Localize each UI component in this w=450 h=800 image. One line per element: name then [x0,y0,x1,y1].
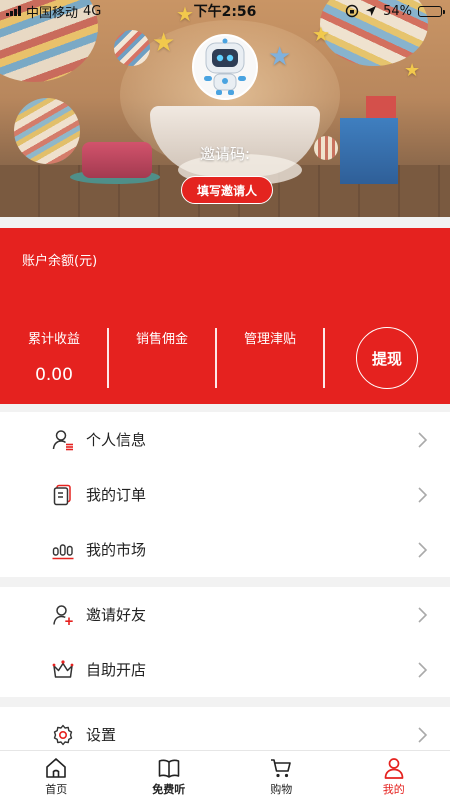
stat-value: 0.00 [35,365,73,385]
user-icon [384,758,404,779]
menu-item-label: 个人信息 [86,431,147,449]
invite-code-label: 邀请码: [199,145,251,163]
menu-item-label: 我的订单 [86,486,147,504]
chevron-right-icon [418,607,428,623]
chevron-right-icon [418,662,428,678]
stat-total-earnings[interactable]: 累计收益 0.00 [0,328,108,385]
robot-avatar-icon [204,38,246,95]
stat-sales-commission[interactable]: 销售佣金 [108,328,216,365]
avatar[interactable] [192,34,258,100]
tab-mine[interactable]: 我的 [338,751,450,800]
status-bar: 中国移动 4G 下午2:56 54% [0,0,450,22]
tab-free-listen[interactable]: 免费听 [113,751,226,800]
user-profile-icon [52,430,73,451]
stat-management-allowance[interactable]: 管理津贴 [216,328,324,365]
star-icon: ★ [404,60,421,81]
balance-label: 账户余额(元) [22,254,98,269]
rotation-lock-icon [345,4,359,18]
account-panel: 账户余额(元) 累计收益 0.00 销售佣金 管理津贴 提现 [0,228,450,404]
tab-label: 免费听 [152,783,186,796]
menu-item-my-market[interactable]: 我的市场 [0,522,450,577]
stat-label: 累计收益 [27,332,80,347]
decor-ball [114,30,150,66]
stat-divider [323,328,325,388]
menu-group-account: 个人信息 我的订单 我的市场 [0,412,450,577]
menu-item-label: 设置 [86,726,117,744]
market-icon [52,544,74,560]
book-icon [158,759,180,778]
tab-label: 我的 [382,783,405,796]
add-friend-icon [53,605,73,625]
location-arrow-icon [366,6,377,16]
settings-gear-icon [53,724,73,746]
stat-label: 管理津贴 [243,332,296,347]
stat-label: 销售佣金 [135,332,188,347]
chevron-right-icon [418,432,428,448]
tab-label: 首页 [45,783,68,796]
chevron-right-icon [418,542,428,558]
chevron-right-icon [418,487,428,503]
chevron-right-icon [418,727,428,743]
star-icon: ★ [268,42,292,72]
home-icon [46,758,67,778]
menu-item-label: 我的市场 [86,541,147,559]
battery-icon [418,5,445,17]
battery-percent: 54% [383,3,412,19]
menu-item-label: 自助开店 [86,661,147,679]
order-icon [53,484,71,506]
menu-item-invite-friends[interactable]: 邀请好友 [0,587,450,642]
menu-item-label: 邀请好友 [86,606,147,624]
profile-page: ★ ★ ★ ★ ★ 中国移动 4G 下午2:56 54% 邀请码: 填写邀请人 … [0,0,450,800]
menu-item-personal-info[interactable]: 个人信息 [0,412,450,467]
fill-inviter-button[interactable]: 填写邀请人 [181,176,273,204]
menu-item-self-service-shop[interactable]: 自助开店 [0,642,450,697]
star-icon: ★ [152,28,176,58]
tab-shopping[interactable]: 购物 [225,751,338,800]
star-icon: ★ [312,22,330,46]
cart-icon [271,759,292,778]
menu-group-growth: 邀请好友 自助开店 [0,587,450,697]
withdraw-button[interactable]: 提现 [356,327,418,389]
crown-shop-icon [52,660,74,678]
menu-item-my-orders[interactable]: 我的订单 [0,467,450,522]
tab-label: 购物 [270,783,293,796]
bottom-tab-bar: 首页 免费听 购物 我的 [0,750,450,800]
tab-home[interactable]: 首页 [0,751,113,800]
